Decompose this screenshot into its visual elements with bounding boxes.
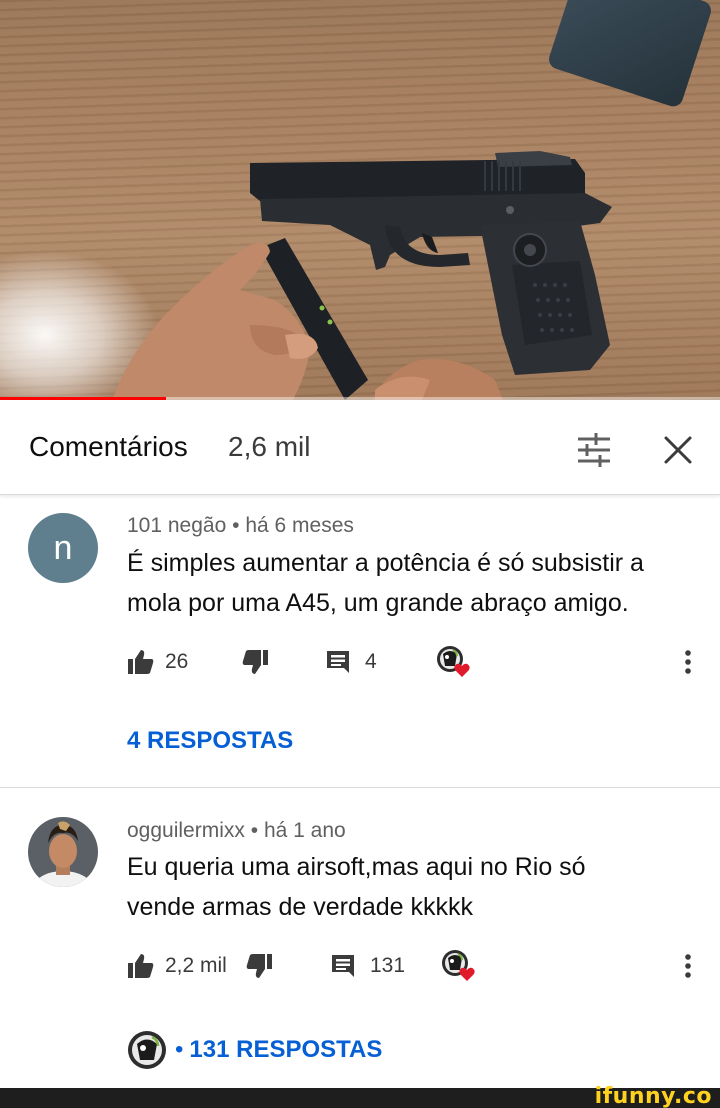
thumbs-up-icon [128,650,154,674]
comments-title: Comentários [29,431,188,462]
avatar[interactable]: n [28,513,98,583]
creator-heart [440,946,476,986]
thumbs-up-icon [128,954,154,978]
like-count: 26 [165,650,189,673]
comment-author[interactable]: ogguilermixx [127,819,245,842]
comment-meta: ogguilermixx • há 1 ano [127,819,346,843]
like-count: 2,2 mil [165,954,227,977]
dislike-button[interactable] [245,946,273,986]
like-button[interactable]: 2,2 mil [127,946,227,986]
video-progress-bar[interactable] [0,397,720,400]
creator-heart [435,642,471,682]
reply-count: 4 [365,650,377,673]
meta-separator: • [250,819,259,842]
reply-button[interactable]: 131 [330,946,405,986]
heart-icon [454,663,470,677]
like-button[interactable]: 26 [127,642,188,682]
comment-icon [327,651,349,673]
thumbs-down-icon [246,954,272,978]
video-player[interactable] [0,0,720,400]
comment-text: É simples aumentar a potência é só subsi… [127,549,644,617]
comment-author[interactable]: 101 negão [127,514,226,537]
more-vert-icon [685,650,691,674]
meta-separator: • [232,514,240,537]
video-progress-fill [0,397,166,400]
close-button[interactable] [658,430,698,470]
comment-divider [0,787,720,788]
view-replies-row[interactable]: • 131 RESPOSTAS [127,1030,382,1070]
sort-button[interactable] [574,430,614,470]
close-icon [664,436,692,464]
comment-time[interactable]: há 6 meses [245,514,354,537]
comment-time[interactable]: há 1 ano [264,819,346,842]
channel-avatar-icon [128,1031,166,1069]
avatar[interactable] [28,817,98,887]
footer-bar: ifunny.co [0,1084,720,1108]
more-options-button[interactable] [673,642,703,682]
view-replies-link[interactable]: 4 RESPOSTAS [127,727,293,755]
view-replies-link[interactable]: 131 RESPOSTAS [189,1036,382,1064]
comment-actions: 26 4 [127,642,702,682]
more-vert-icon [685,954,691,978]
comment-text: Eu queria uma airsoft,mas aqui no Rio só… [127,853,586,921]
reply-button[interactable]: 4 [325,642,377,682]
comments-header: Comentários 2,6 mil [0,401,720,495]
comment-icon [332,955,354,977]
dislike-button[interactable] [241,642,269,682]
hands-holding-magazine [111,238,503,400]
sort-sliders-icon [578,433,610,467]
reply-count: 131 [370,954,406,977]
heart-icon [459,967,475,981]
user-photo-avatar [28,817,98,887]
avatar-letter: n [53,528,73,567]
comment-meta: 101 negão • há 6 meses [127,514,354,538]
more-options-button[interactable] [673,946,703,986]
watermark: ifunny.co [594,1084,712,1108]
comments-count: 2,6 mil [228,431,311,462]
comment-actions: 2,2 mil 131 [127,946,702,986]
thumbs-down-icon [242,650,268,674]
meta-separator: • [175,1036,184,1063]
